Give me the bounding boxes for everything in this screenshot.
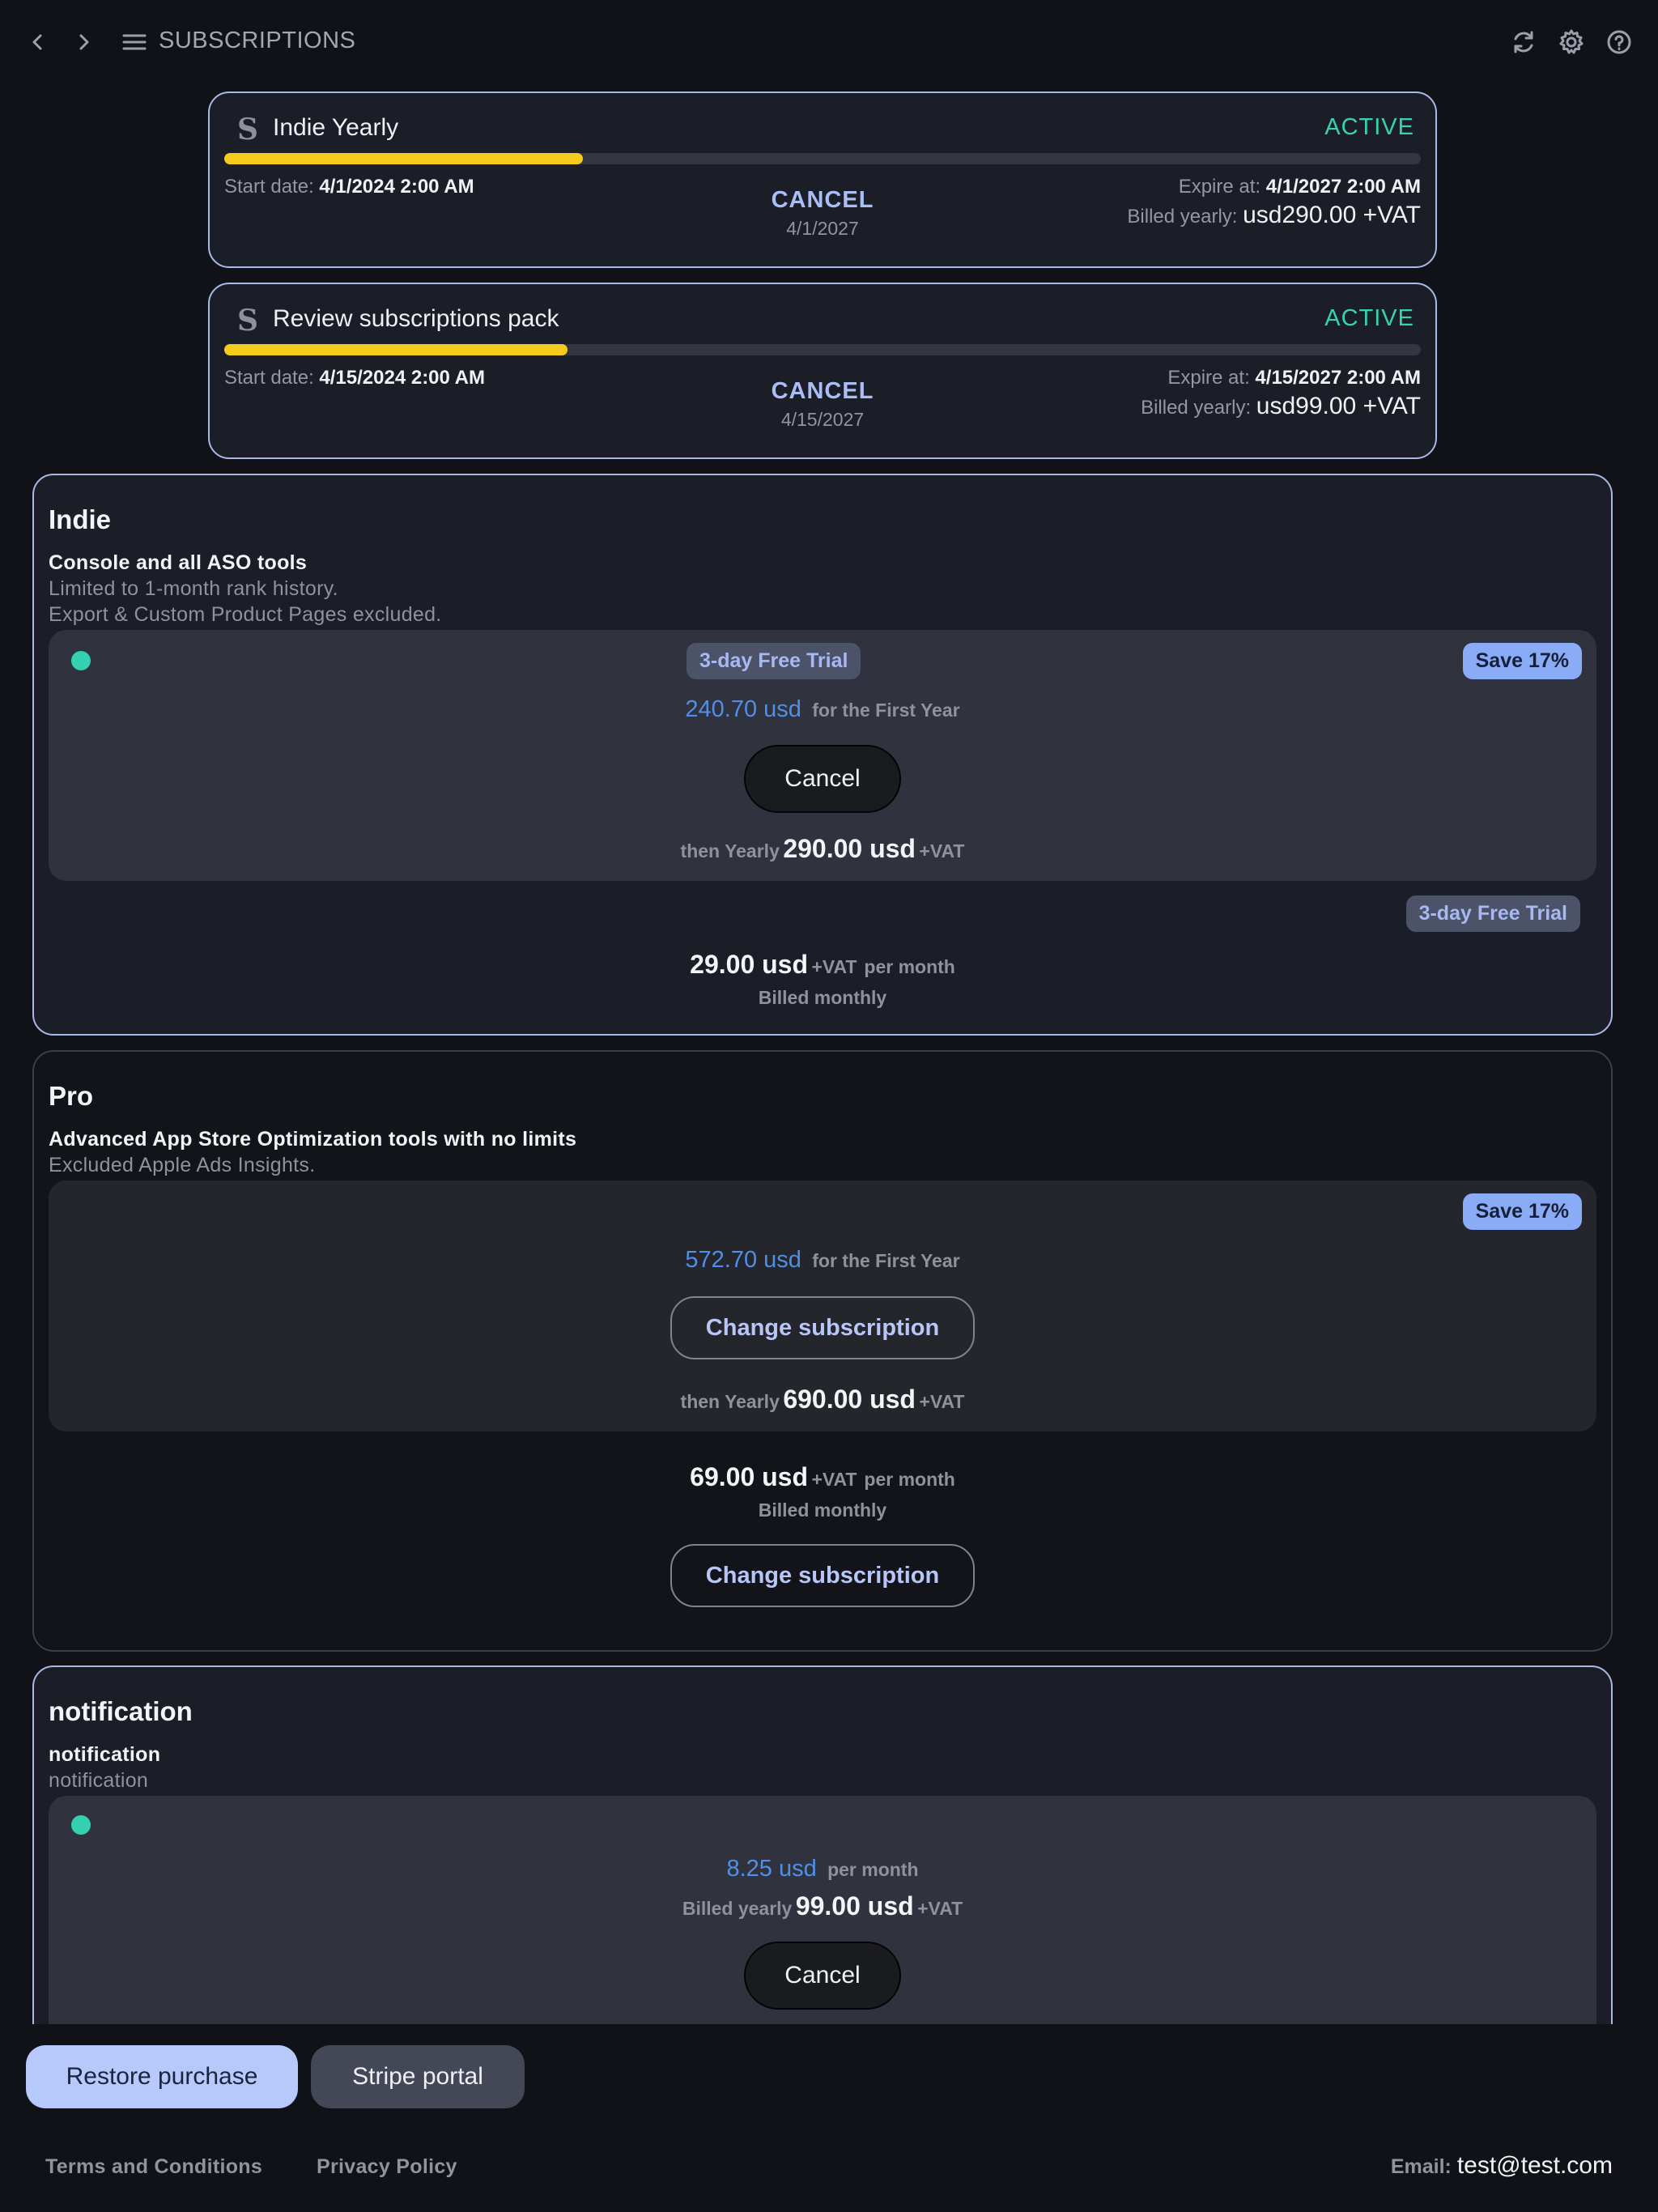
yearly-option[interactable]: 8.25 usd per month Billed yearly 99.00 u… — [49, 1796, 1596, 2055]
plan-note: notification — [49, 1769, 149, 1792]
first-year-price: 572.70 usd for the First Year — [685, 1247, 960, 1273]
plan-description: Advanced App Store Optimization tools wi… — [49, 1128, 577, 1151]
cancel-button[interactable]: Cancel — [744, 745, 901, 813]
expire-date: Expire at: 4/15/2027 2:00 AM — [1167, 367, 1421, 389]
plan-title: Pro — [49, 1081, 94, 1111]
progress-fill — [224, 344, 568, 355]
subscription-progress-bar — [224, 344, 1421, 355]
plan-note: Export & Custom Product Pages excluded. — [49, 603, 442, 626]
terms-link[interactable]: Terms and Conditions — [45, 2155, 262, 2179]
subscription-logo-icon: S — [237, 304, 258, 338]
plan-card-notification[interactable]: notification notification notification 8… — [32, 1665, 1613, 2070]
yearly-price: then Yearly 690.00 usd +VAT — [680, 1385, 965, 1414]
change-subscription-button[interactable]: Change subscription — [670, 1296, 975, 1359]
yearly-price: Billed yearly 99.00 usd +VAT — [682, 1891, 963, 1921]
help-icon[interactable] — [1601, 24, 1637, 60]
selected-indicator-icon — [71, 651, 91, 670]
refresh-icon[interactable] — [1506, 24, 1541, 60]
selected-indicator-icon — [71, 1815, 91, 1835]
monthly-price: 69.00 usd +VAT per month — [690, 1462, 955, 1491]
free-trial-badge: 3-day Free Trial — [687, 643, 861, 679]
yearly-option[interactable]: Save 17% 572.70 usd for the First Year C… — [49, 1180, 1596, 1431]
subscription-progress-bar — [224, 153, 1421, 164]
active-subscription-card: S Review subscriptions pack ACTIVE Start… — [208, 283, 1437, 459]
yearly-option[interactable]: 3-day Free Trial Save 17% 240.70 usd for… — [49, 630, 1596, 881]
save-badge: Save 17% — [1462, 1193, 1582, 1230]
gear-icon[interactable] — [1554, 24, 1589, 60]
plan-note: Excluded Apple Ads Insights. — [49, 1154, 316, 1176]
subscription-name: Indie Yearly — [273, 114, 399, 141]
billed-amount: Billed yearly: usd290.00 +VAT — [1127, 202, 1421, 228]
plan-note: Limited to 1-month rank history. — [49, 577, 338, 600]
billing-period: Billed monthly — [758, 987, 887, 1008]
status-badge: ACTIVE — [1324, 114, 1414, 140]
restore-purchase-button[interactable]: Restore purchase — [26, 2045, 298, 2108]
plan-description: notification — [49, 1743, 161, 1766]
change-subscription-button[interactable]: Change subscription — [670, 1544, 975, 1607]
subscription-logo-icon: S — [237, 113, 258, 147]
plan-card-pro[interactable]: Pro Advanced App Store Optimization tool… — [32, 1050, 1613, 1652]
save-badge: Save 17% — [1462, 643, 1582, 679]
menu-icon[interactable] — [117, 24, 152, 60]
monthly-price[interactable]: 29.00 usd +VAT per month — [34, 950, 1611, 980]
progress-fill — [224, 153, 584, 164]
plan-title: Indie — [49, 504, 112, 534]
status-badge: ACTIVE — [1324, 305, 1414, 331]
account-email: Email: test@test.com — [1390, 2152, 1613, 2179]
yearly-price: then Yearly 290.00 usd +VAT — [680, 834, 965, 863]
plan-title: notification — [49, 1696, 193, 1726]
chevron-right-icon[interactable] — [66, 24, 102, 60]
plan-card-indie[interactable]: Indie Console and all ASO tools Limited … — [32, 474, 1613, 1036]
page-title: SUBSCRIPTIONS — [159, 28, 356, 53]
privacy-link[interactable]: Privacy Policy — [317, 2155, 457, 2179]
chevron-left-icon[interactable] — [19, 24, 55, 60]
billed-amount: Billed yearly: usd99.00 +VAT — [1141, 393, 1421, 419]
billing-period: Billed monthly — [758, 1499, 887, 1521]
active-subscription-card: S Indie Yearly ACTIVE Start date: 4/1/20… — [208, 91, 1437, 268]
cancel-button[interactable]: Cancel — [744, 1942, 901, 2010]
stripe-portal-button[interactable]: Stripe portal — [311, 2045, 525, 2108]
monthly-equivalent-price: 8.25 usd per month — [726, 1856, 919, 1882]
top-bar: SUBSCRIPTIONS — [0, 0, 1658, 84]
plan-description: Console and all ASO tools — [49, 551, 308, 574]
expire-date: Expire at: 4/1/2027 2:00 AM — [1178, 176, 1421, 198]
subscription-name: Review subscriptions pack — [273, 305, 559, 332]
first-year-price: 240.70 usd for the First Year — [685, 696, 960, 722]
free-trial-badge: 3-day Free Trial — [1405, 895, 1580, 932]
